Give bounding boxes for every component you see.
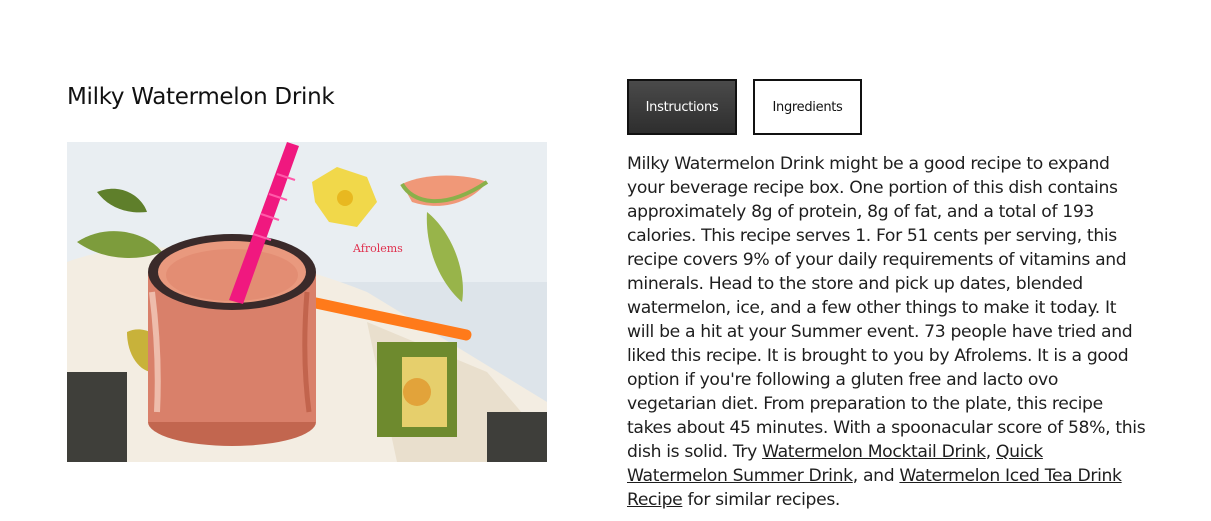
recipe-media-column: Milky Watermelon Drink Afrolems [67, 80, 547, 462]
recipe-image: Afrolems [67, 142, 547, 462]
summary-text: Milky Watermelon Drink might be a good r… [627, 154, 1146, 462]
tab-ingredients[interactable]: Ingredients [753, 79, 862, 135]
page-title: Milky Watermelon Drink [67, 84, 335, 110]
summary-separator: , and [852, 466, 900, 486]
image-watermark: Afrolems [352, 242, 403, 255]
recipe-page: Milky Watermelon Drink Afrolems Instruct… [0, 0, 1211, 521]
recipe-summary: Milky Watermelon Drink might be a good r… [627, 152, 1147, 512]
link-watermelon-mocktail-drink[interactable]: Watermelon Mocktail Drink [762, 442, 986, 462]
summary-outro: for similar recipes. [682, 490, 841, 510]
recipe-details-column: Instructions Ingredients Milky Watermelo… [627, 79, 1157, 512]
summary-separator: , [985, 442, 996, 462]
recipe-tabs: Instructions Ingredients [627, 79, 1157, 135]
tab-instructions[interactable]: Instructions [627, 79, 737, 135]
